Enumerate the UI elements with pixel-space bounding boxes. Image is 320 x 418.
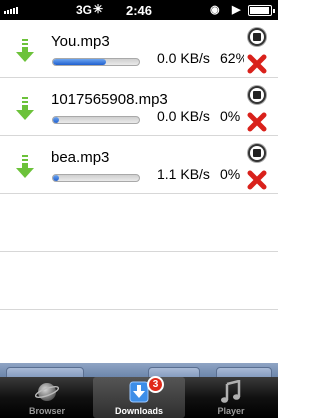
delete-icon[interactable] bbox=[246, 169, 268, 191]
stop-button[interactable] bbox=[248, 86, 266, 104]
download-percent: 0% bbox=[220, 166, 241, 182]
file-name: You.mp3 bbox=[51, 33, 110, 50]
download-percent: 62% bbox=[220, 50, 244, 66]
status-bar: 3G ✳ 2:46 ◉ ▶ bbox=[0, 0, 278, 20]
download-percent: 0% bbox=[220, 108, 241, 124]
delete-icon[interactable] bbox=[246, 53, 268, 75]
music-note-icon bbox=[221, 380, 241, 403]
download-progress-bar bbox=[52, 116, 140, 124]
stop-button[interactable] bbox=[248, 28, 266, 46]
download-progress-bar bbox=[52, 58, 140, 66]
stop-button[interactable] bbox=[248, 144, 266, 162]
empty-row bbox=[0, 252, 278, 310]
play-status-icon: ▶ bbox=[232, 4, 241, 16]
tab-label: Browser bbox=[28, 406, 65, 416]
empty-row bbox=[0, 310, 278, 368]
stop-icon bbox=[253, 91, 261, 99]
tab-bar: Browser 3 Downloads Player bbox=[0, 376, 278, 418]
download-arrow-icon bbox=[16, 97, 34, 120]
downloads-count-badge: 3 bbox=[147, 376, 164, 393]
download-speed: 1.1 KB/s bbox=[157, 166, 210, 182]
download-row[interactable]: 1017565908.mp3 0.0 KB/s 0% bbox=[0, 78, 278, 136]
download-arrow-icon bbox=[16, 39, 34, 62]
download-row[interactable]: You.mp3 0.0 KB/s 62% bbox=[0, 20, 278, 78]
stop-icon bbox=[253, 33, 261, 41]
tab-label: Player bbox=[217, 406, 245, 416]
toolbar-button[interactable] bbox=[6, 367, 84, 377]
delete-icon[interactable] bbox=[246, 111, 268, 133]
downloads-list: You.mp3 0.0 KB/s 62% 1017565908.mp3 0.0 … bbox=[0, 20, 278, 363]
toolbar-button[interactable] bbox=[216, 367, 272, 377]
download-speed: 0.0 KB/s bbox=[157, 50, 210, 66]
download-speed: 0.0 KB/s bbox=[157, 108, 210, 124]
globe-icon bbox=[35, 383, 59, 401]
download-progress-bar bbox=[52, 174, 140, 182]
tab-browser[interactable]: Browser bbox=[1, 377, 93, 418]
tab-label: Downloads bbox=[114, 406, 163, 416]
file-name: bea.mp3 bbox=[51, 149, 110, 166]
battery-icon bbox=[248, 5, 275, 16]
download-arrow-icon bbox=[16, 155, 34, 178]
empty-row bbox=[0, 194, 278, 252]
tab-player[interactable]: Player bbox=[185, 377, 277, 418]
download-row[interactable]: bea.mp3 1.1 KB/s 0% bbox=[0, 136, 278, 194]
tab-downloads[interactable]: 3 Downloads bbox=[93, 376, 185, 418]
file-name: 1017565908.mp3 bbox=[51, 91, 168, 108]
download-actions-toolbar bbox=[0, 363, 278, 377]
stop-icon bbox=[253, 149, 261, 157]
orientation-lock-icon: ◉ bbox=[210, 4, 220, 16]
